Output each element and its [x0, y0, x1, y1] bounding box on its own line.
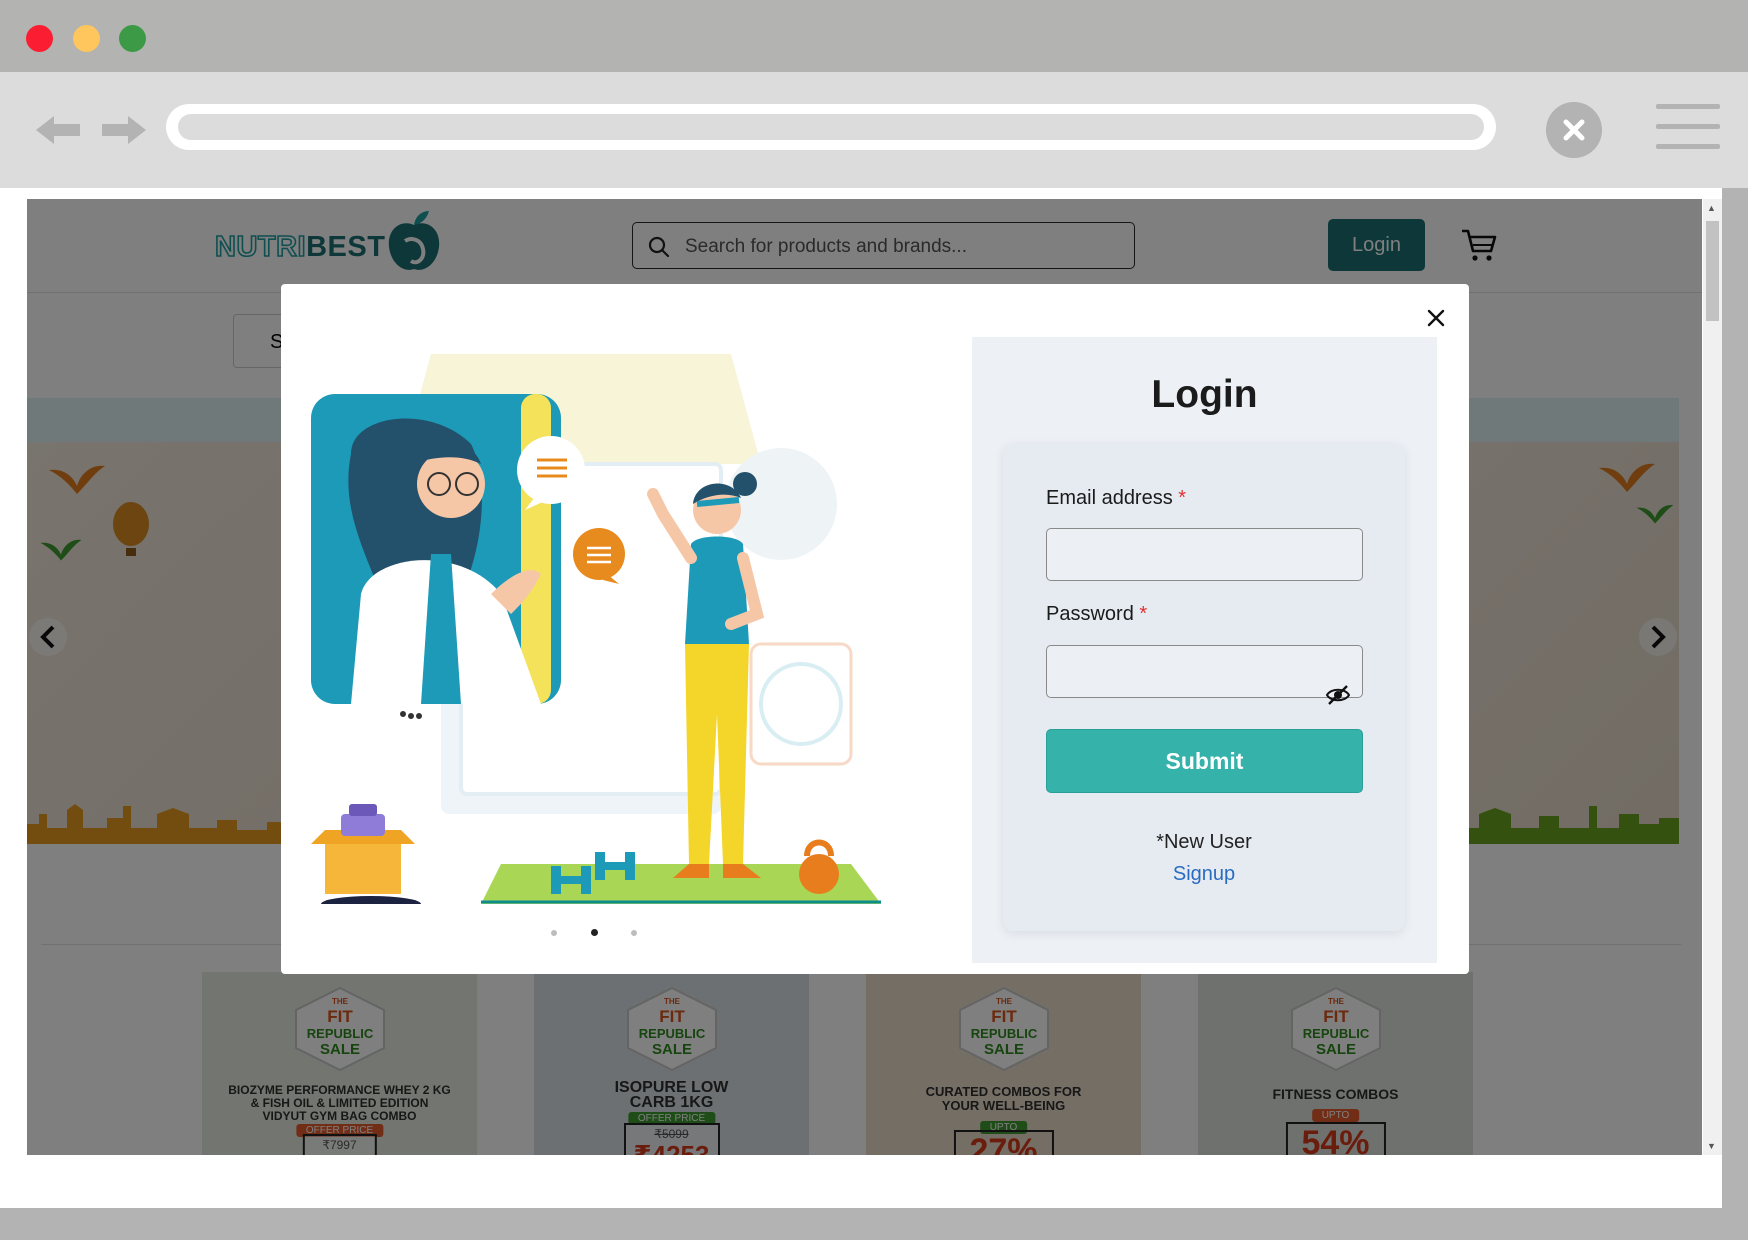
- scroll-thumb[interactable]: [1706, 221, 1719, 321]
- scroll-down-arrow-icon[interactable]: ▼: [1707, 1141, 1716, 1151]
- slide-dot-1[interactable]: [551, 930, 557, 936]
- eye-slash-icon[interactable]: [1325, 682, 1351, 708]
- password-label: Password *: [1046, 603, 1147, 626]
- required-marker: *: [1139, 603, 1148, 625]
- arrow-right-icon[interactable]: [98, 108, 150, 152]
- maximize-window-button[interactable]: [119, 25, 146, 52]
- minimize-window-button[interactable]: [73, 25, 100, 52]
- login-title: Login: [1151, 373, 1258, 416]
- slide-dot-2[interactable]: [591, 929, 598, 936]
- password-field[interactable]: [1046, 645, 1363, 698]
- carousel-indicators: [551, 928, 651, 938]
- x-icon[interactable]: [1546, 102, 1602, 158]
- slide-dot-3[interactable]: [631, 930, 637, 936]
- email-label: Email address *: [1046, 487, 1186, 510]
- submit-button[interactable]: Submit: [1046, 729, 1363, 793]
- login-modal: Login Email address * Password * Submit …: [281, 284, 1469, 974]
- email-label-text: Email address: [1046, 487, 1173, 509]
- password-label-text: Password: [1046, 603, 1134, 625]
- hamburger-icon[interactable]: [1656, 104, 1720, 152]
- close-window-button[interactable]: [26, 25, 53, 52]
- browser-statusbar: [0, 1212, 1748, 1240]
- address-bar[interactable]: [166, 104, 1496, 150]
- browser-titlebar: [0, 0, 1748, 72]
- email-field[interactable]: [1046, 528, 1363, 581]
- page-scrollbar[interactable]: ▲ ▼: [1703, 199, 1722, 1155]
- consultation-illustration: [311, 354, 881, 904]
- browser-toolbar: [0, 72, 1748, 188]
- required-marker: *: [1178, 487, 1187, 509]
- arrow-left-icon[interactable]: [32, 108, 84, 152]
- signup-link[interactable]: Signup: [1003, 863, 1405, 886]
- scroll-up-arrow-icon[interactable]: ▲: [1707, 203, 1716, 213]
- login-panel: Login Email address * Password * Submit …: [972, 337, 1437, 963]
- login-form: Email address * Password * Submit *New U…: [1003, 443, 1405, 931]
- close-icon[interactable]: [1420, 302, 1452, 334]
- new-user-text: *New User: [1156, 831, 1252, 853]
